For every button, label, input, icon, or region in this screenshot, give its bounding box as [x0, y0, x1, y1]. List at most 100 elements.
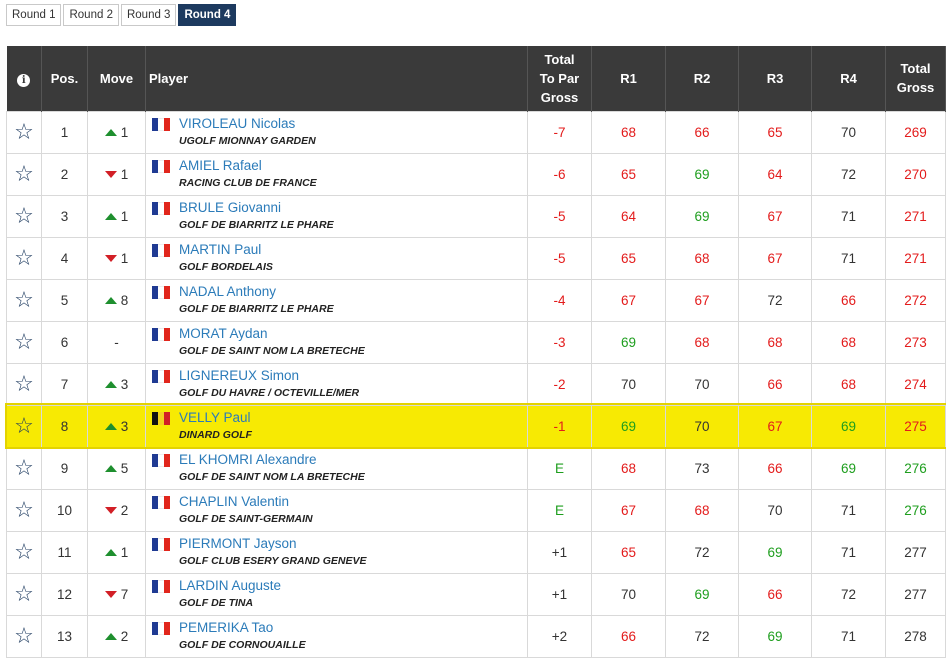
player-club: GOLF DE BIARRITZ LE PHARE [179, 219, 334, 231]
tab-round-2[interactable]: Round 2 [63, 4, 119, 26]
position-cell: 9 [41, 446, 88, 490]
star-icon[interactable]: ☆ [14, 539, 34, 564]
player-cell: AMIEL Rafael RACING CLUB DE FRANCE [145, 152, 528, 196]
star-icon[interactable]: ☆ [14, 245, 34, 270]
total-cell: 273 [885, 320, 946, 364]
info-header[interactable]: i [6, 46, 42, 111]
table-row[interactable]: ☆ 2 1 AMIEL Rafael RACING CLUB DE FRANCE -6 65… [6, 152, 946, 196]
table-row[interactable]: ☆ 13 2 PEMERIKA Tao GOLF DE CORNOUAILLE +2 66 7… [6, 614, 946, 658]
player-name-link[interactable]: PIERMONT Jayson [179, 536, 366, 552]
favorite-cell[interactable]: ☆ [6, 488, 42, 532]
favorite-cell[interactable]: ☆ [6, 278, 42, 322]
move-cell: 1 [87, 110, 146, 154]
player-club: GOLF DE SAINT NOM LA BRETECHE [179, 345, 365, 357]
tab-round-1[interactable]: Round 1 [6, 4, 62, 26]
star-icon[interactable]: ☆ [14, 287, 34, 312]
favorite-cell[interactable]: ☆ [6, 404, 42, 448]
player-name-link[interactable]: AMIEL Rafael [179, 158, 317, 174]
tab-round-4[interactable]: Round 4 [178, 4, 237, 26]
player-name-link[interactable]: NADAL Anthony [179, 284, 334, 300]
table-row[interactable]: ☆ 11 1 PIERMONT Jayson GOLF CLUB ESERY GRAND… [6, 530, 946, 574]
player-club: DINARD GOLF [179, 429, 252, 441]
player-name-link[interactable]: VELLY Paul [179, 410, 252, 426]
table-row[interactable]: ☆ 8 3 VELLY Paul DINARD GOLF -1 69 70 67 69 275 [4, 403, 946, 449]
star-icon[interactable]: ☆ [14, 371, 34, 396]
total-cell: 269 [885, 110, 946, 154]
header-row: i Pos. Move Player Total To Par Gross R1 R… [6, 46, 946, 111]
star-icon[interactable]: ☆ [14, 623, 34, 648]
to-par-cell: -4 [527, 278, 592, 322]
player-name-link[interactable]: LARDIN Auguste [179, 578, 281, 594]
r4-cell: 66 [811, 278, 886, 322]
position-cell: 4 [41, 236, 88, 280]
r3-cell: 69 [738, 614, 812, 658]
r3-cell: 66 [738, 362, 812, 406]
r2-cell: 69 [665, 152, 739, 196]
favorite-cell[interactable]: ☆ [6, 320, 42, 364]
star-icon[interactable]: ☆ [14, 413, 34, 438]
france-flag-icon [152, 370, 170, 383]
star-icon[interactable]: ☆ [14, 497, 34, 522]
move-value: 7 [120, 587, 129, 602]
table-row[interactable]: ☆ 3 1 BRULE Giovanni GOLF DE BIARRITZ LE PHA… [6, 194, 946, 238]
star-icon[interactable]: ☆ [14, 161, 34, 186]
favorite-cell[interactable]: ☆ [6, 194, 42, 238]
star-icon[interactable]: ☆ [14, 203, 34, 228]
position-cell: 8 [41, 404, 88, 448]
move-down-icon [104, 171, 117, 178]
total-cell: 276 [885, 446, 946, 490]
star-icon[interactable]: ☆ [14, 119, 34, 144]
r1-cell: 69 [591, 320, 666, 364]
info-icon[interactable]: i [17, 73, 31, 87]
player-club: GOLF DE TINA [179, 597, 254, 609]
favorite-cell[interactable]: ☆ [6, 236, 42, 280]
r1-cell: 65 [591, 152, 666, 196]
r2-cell: 68 [665, 236, 739, 280]
table-row[interactable]: ☆ 4 1 MARTIN Paul GOLF BORDELAIS -5 65 68 67 71 27… [6, 236, 946, 280]
player-name-link[interactable]: MARTIN Paul [179, 242, 273, 258]
player-club: GOLF DE SAINT-GERMAIN [179, 513, 313, 525]
move-value: 1 [120, 167, 129, 182]
move-value: 1 [120, 125, 129, 140]
table-row[interactable]: ☆ 7 3 LIGNEREUX Simon GOLF DU HAVRE / OCTEVI… [6, 362, 946, 406]
r3-cell: 66 [738, 572, 812, 616]
table-row[interactable]: ☆ 1 1 VIROLEAU Nicolas UGOLF MIONNAY GARDEN -… [6, 110, 946, 154]
table-row[interactable]: ☆ 10 2 CHAPLIN Valentin GOLF DE SAINT-GERMAI… [6, 488, 946, 532]
r4-cell: 72 [811, 152, 886, 196]
r1-cell: 65 [591, 236, 666, 280]
table-row[interactable]: ☆ 12 7 LARDIN Auguste GOLF DE TINA +1 70 69 66 72… [6, 572, 946, 616]
move-value: - [114, 334, 119, 350]
table-row[interactable]: ☆ 9 5 EL KHOMRI Alexandre GOLF DE SAINT NOM … [6, 446, 946, 490]
r4-cell: 71 [811, 530, 886, 574]
favorite-cell[interactable]: ☆ [6, 446, 42, 490]
player-name-link[interactable]: PEMERIKA Tao [179, 620, 306, 636]
star-icon[interactable]: ☆ [14, 329, 34, 354]
favorite-cell[interactable]: ☆ [6, 614, 42, 658]
player-cell: PIERMONT Jayson GOLF CLUB ESERY GRAND GEN… [145, 530, 528, 574]
player-name-link[interactable]: VIROLEAU Nicolas [179, 116, 316, 132]
r1-cell: 67 [591, 488, 666, 532]
favorite-cell[interactable]: ☆ [6, 530, 42, 574]
r4-cell: 71 [811, 236, 886, 280]
table-row[interactable]: ☆ 6 - MORAT Aydan GOLF DE SAINT NOM LA BRETE… [6, 320, 946, 364]
r1-cell: 66 [591, 614, 666, 658]
player-name-link[interactable]: CHAPLIN Valentin [179, 494, 313, 510]
player-name-link[interactable]: MORAT Aydan [179, 326, 365, 342]
favorite-cell[interactable]: ☆ [6, 152, 42, 196]
move-up-icon [104, 129, 117, 136]
move-cell: 1 [87, 236, 146, 280]
player-name-link[interactable]: EL KHOMRI Alexandre [179, 452, 365, 468]
player-club: GOLF BORDELAIS [179, 261, 273, 273]
table-row[interactable]: ☆ 5 8 NADAL Anthony GOLF DE BIARRITZ LE PHAR… [6, 278, 946, 322]
star-icon[interactable]: ☆ [14, 455, 34, 480]
player-name-link[interactable]: BRULE Giovanni [179, 200, 334, 216]
move-cell: 8 [87, 278, 146, 322]
favorite-cell[interactable]: ☆ [6, 572, 42, 616]
tab-round-3[interactable]: Round 3 [120, 4, 177, 26]
favorite-cell[interactable]: ☆ [6, 362, 42, 406]
player-name-link[interactable]: LIGNEREUX Simon [179, 368, 359, 384]
r2-cell: 72 [665, 530, 739, 574]
favorite-cell[interactable]: ☆ [6, 110, 42, 154]
move-value: 1 [120, 251, 129, 266]
star-icon[interactable]: ☆ [14, 581, 34, 606]
